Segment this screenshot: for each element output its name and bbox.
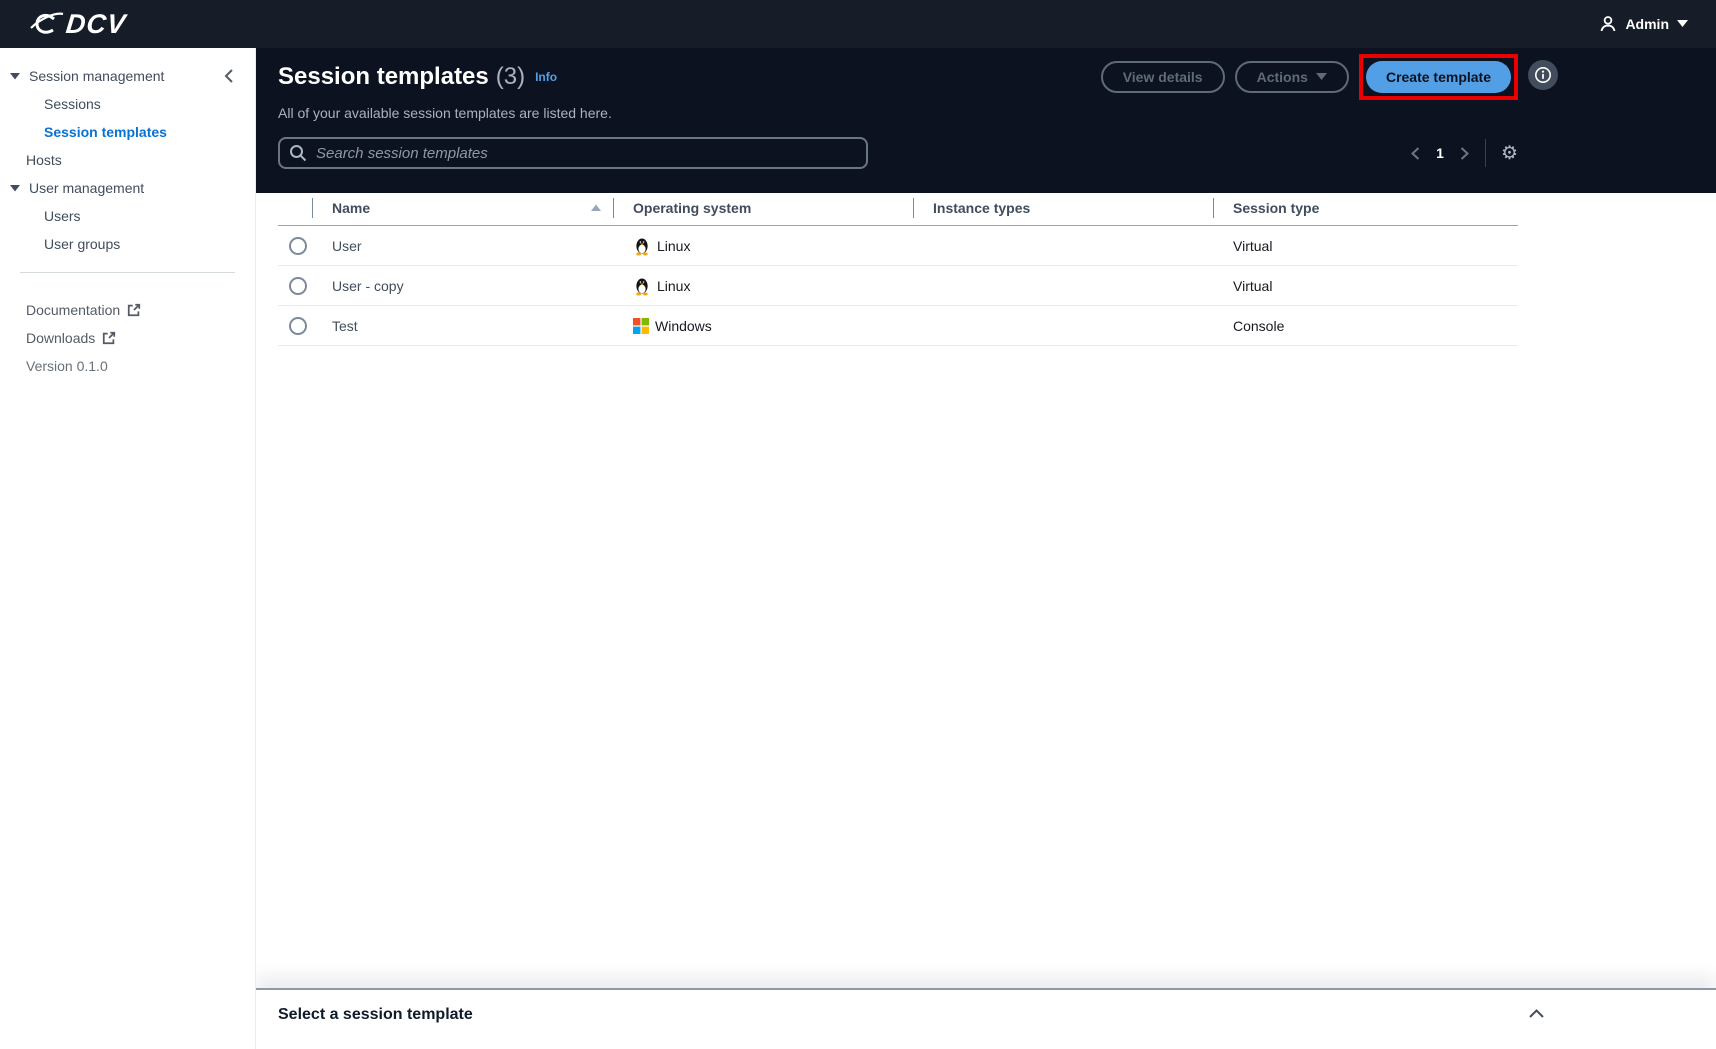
search-box — [278, 137, 868, 169]
table-header-row: Name Operating system Instance types Ses… — [278, 193, 1518, 226]
cell-operating-system: Linux — [613, 226, 913, 266]
actions-button[interactable]: Actions — [1234, 61, 1349, 93]
create-template-button[interactable]: Create template — [1365, 61, 1511, 93]
view-details-button[interactable]: View details — [1100, 61, 1225, 93]
actions-button-label: Actions — [1256, 69, 1308, 85]
cell-session-type: Virtual — [1233, 277, 1273, 294]
column-header-instance-types[interactable]: Instance types — [913, 193, 1213, 226]
sidebar-item-session-templates[interactable]: Session templates — [0, 118, 255, 146]
row-radio-button[interactable] — [289, 276, 307, 295]
sidebar-item-label: Hosts — [26, 152, 62, 168]
annotation-highlight-box: Create template — [1358, 54, 1518, 100]
chevron-down-icon — [1677, 20, 1688, 28]
sidebar-item-hosts[interactable]: Hosts — [0, 146, 255, 174]
app-topbar: DCV Admin — [0, 0, 1716, 48]
page-title-text: Session templates — [278, 63, 489, 90]
sort-ascending-icon — [591, 204, 601, 212]
sidebar-item-label: Session management — [29, 68, 165, 84]
info-link[interactable]: Info — [535, 70, 557, 84]
version-text: Version 0.1.0 — [26, 358, 108, 374]
brand-text: DCV — [64, 8, 128, 39]
windows-icon — [633, 317, 649, 334]
sidebar-item-label: User management — [29, 180, 145, 196]
split-panel: Select a session template — [256, 988, 1716, 1049]
cell-instance-types — [913, 306, 1213, 346]
pagination-divider — [1484, 139, 1486, 167]
triangle-down-icon — [10, 184, 20, 192]
triangle-down-icon — [10, 72, 20, 80]
user-menu-label: Admin — [1625, 16, 1669, 32]
sidebar-item-session-management[interactable]: Session management — [0, 62, 255, 90]
page-subtitle: All of your available session templates … — [278, 105, 612, 121]
cell-os-label: Linux — [657, 277, 691, 294]
cell-operating-system: Windows — [613, 306, 913, 346]
table-row[interactable]: User - copy Linux Virtual — [278, 266, 1518, 306]
table-area: Name Operating system Instance types Ses… — [256, 193, 1716, 1049]
column-header-session-type[interactable]: Session type — [1213, 193, 1518, 226]
table-settings-gear-icon[interactable]: ⚙ — [1501, 144, 1518, 163]
table-row[interactable]: Test Windows Console — [278, 306, 1518, 346]
side-navigation: Session management Sessions Session temp… — [0, 48, 256, 1049]
cell-operating-system: Linux — [613, 266, 913, 306]
page-title: Session templates (3) Info — [278, 63, 557, 91]
column-header-name[interactable]: Name — [312, 193, 613, 226]
sidebar-divider — [20, 272, 235, 273]
external-link-icon — [127, 303, 141, 317]
downloads-link[interactable]: Downloads — [0, 324, 255, 352]
table-row[interactable]: User Linux Virtual — [278, 226, 1518, 266]
pagination: 1 ⚙ — [1410, 139, 1518, 167]
split-panel-title: Select a session template — [278, 1006, 473, 1023]
cell-session-type: Console — [1233, 317, 1285, 334]
sidebar-collapse-button[interactable] — [223, 68, 235, 84]
next-page-button[interactable] — [1459, 146, 1470, 161]
sidebar-item-user-management[interactable]: User management — [0, 174, 255, 202]
cell-instance-types — [913, 226, 1213, 266]
info-panel-toggle-button[interactable] — [1528, 60, 1558, 90]
cell-os-label: Windows — [655, 317, 712, 334]
cell-instance-types — [913, 266, 1213, 306]
cell-name: Test — [332, 317, 358, 334]
previous-page-button[interactable] — [1410, 146, 1421, 161]
column-header-operating-system[interactable]: Operating system — [613, 193, 913, 226]
sidebar-item-label: Users — [44, 208, 81, 224]
sidebar-item-user-groups[interactable]: User groups — [0, 230, 255, 258]
cell-session-type: Virtual — [1233, 237, 1273, 254]
split-panel-expand-button[interactable] — [1528, 1008, 1545, 1019]
search-icon — [289, 144, 307, 162]
session-templates-table: Name Operating system Instance types Ses… — [278, 193, 1518, 346]
downloads-link-label: Downloads — [26, 330, 96, 346]
linux-icon — [633, 236, 651, 256]
documentation-link[interactable]: Documentation — [0, 296, 255, 324]
sidebar-item-users[interactable]: Users — [0, 202, 255, 230]
selection-column-header — [278, 193, 312, 226]
linux-icon — [633, 276, 651, 296]
row-radio-button[interactable] — [289, 236, 307, 255]
search-input[interactable] — [278, 137, 868, 169]
dcv-logo: DCV — [30, 8, 128, 39]
user-icon — [1599, 15, 1617, 33]
chevron-down-icon — [1315, 73, 1327, 81]
cell-os-label: Linux — [657, 237, 691, 254]
dcv-swoosh-icon — [30, 9, 64, 39]
row-radio-button[interactable] — [289, 316, 307, 335]
page-header: Session templates (3) Info View details … — [256, 48, 1716, 193]
sidebar-item-label: Sessions — [44, 96, 101, 112]
documentation-link-label: Documentation — [26, 302, 121, 318]
cell-name: User - copy — [332, 277, 404, 294]
current-page-number[interactable]: 1 — [1436, 145, 1444, 161]
sidebar-item-label: Session templates — [44, 124, 167, 140]
item-count-badge: (3) — [495, 63, 526, 90]
external-link-icon — [102, 331, 116, 345]
main-content: Session templates (3) Info View details … — [256, 48, 1716, 1049]
cell-name: User — [332, 237, 362, 254]
sidebar-item-label: User groups — [44, 236, 121, 252]
user-menu[interactable]: Admin — [1599, 15, 1688, 33]
sidebar-item-sessions[interactable]: Sessions — [0, 90, 255, 118]
